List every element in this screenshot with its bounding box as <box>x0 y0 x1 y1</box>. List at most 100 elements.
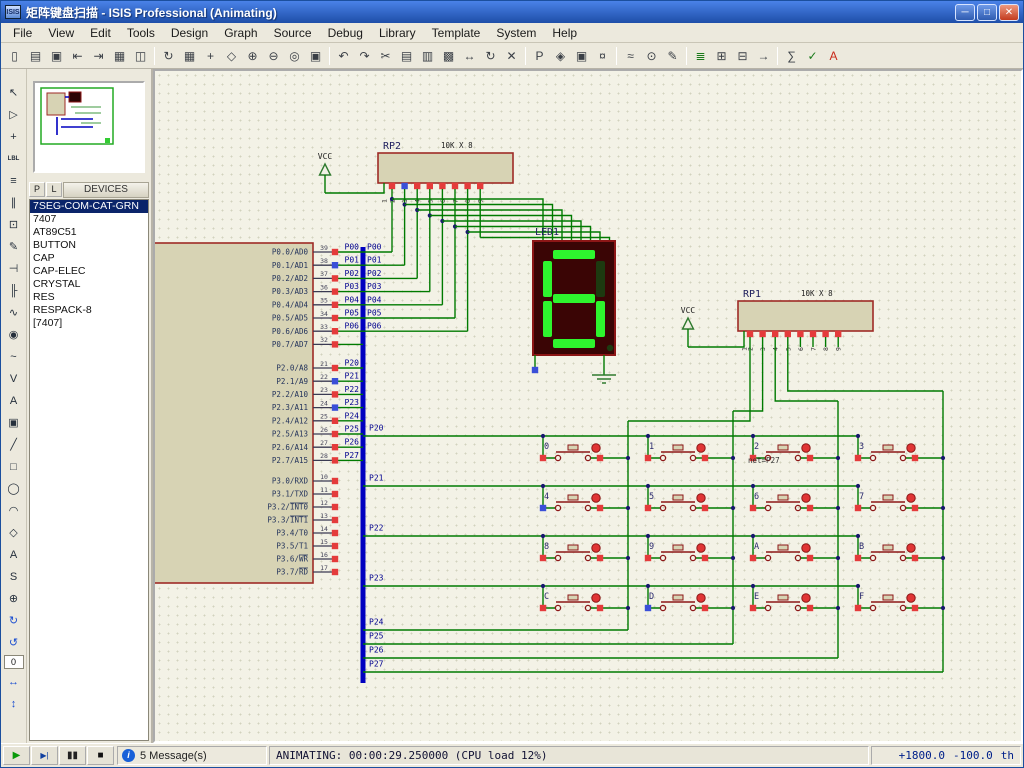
schematic-canvas[interactable]: 39P0.0/AD038P0.1/AD137P0.2/AD236P0.3/AD3… <box>155 71 1023 743</box>
button-actuator[interactable] <box>802 494 810 502</box>
button-actuator[interactable] <box>907 494 915 502</box>
property-assignment-icon[interactable]: ✎ <box>662 45 683 66</box>
copy-icon[interactable]: ▤ <box>396 45 417 66</box>
menu-edit[interactable]: Edit <box>82 24 119 42</box>
search-tag-icon[interactable]: ⊙ <box>641 45 662 66</box>
generator-mode-icon[interactable]: ~ <box>4 347 24 366</box>
device-item[interactable]: 7407 <box>30 213 148 226</box>
menu-tools[interactable]: Tools <box>119 24 163 42</box>
button-actuator[interactable] <box>802 544 810 552</box>
save-design-icon[interactable]: ▣ <box>46 45 67 66</box>
buses-mode-icon[interactable]: ∥ <box>4 193 24 212</box>
step-button[interactable]: ▶| <box>31 746 58 765</box>
menu-help[interactable]: Help <box>544 24 585 42</box>
zoom-out-icon[interactable]: ⊖ <box>263 45 284 66</box>
text-script-mode-icon[interactable]: ≡ <box>4 171 24 190</box>
2d-line-icon[interactable]: ╱ <box>4 435 24 454</box>
key-E[interactable]: E <box>753 586 838 611</box>
menu-graph[interactable]: Graph <box>216 24 265 42</box>
x-mirror-icon[interactable]: ↔ <box>4 672 24 691</box>
key-6[interactable]: 6 <box>753 486 838 511</box>
decompose-icon[interactable]: ¤ <box>592 45 613 66</box>
button-actuator[interactable] <box>592 444 600 452</box>
junction-dot-mode-icon[interactable]: + <box>4 127 24 146</box>
key-0[interactable]: 0 <box>543 436 628 461</box>
button-actuator[interactable] <box>907 544 915 552</box>
zoom-all-icon[interactable]: ◎ <box>284 45 305 66</box>
virtual-instruments-mode-icon[interactable]: ▣ <box>4 413 24 432</box>
menu-file[interactable]: File <box>5 24 40 42</box>
import-section-icon[interactable]: ⇤ <box>67 45 88 66</box>
2d-circle-icon[interactable]: ◯ <box>4 479 24 498</box>
netlist-to-ares-icon[interactable]: A <box>823 45 844 66</box>
remove-sheet-icon[interactable]: ⊟ <box>732 45 753 66</box>
device-item[interactable]: AT89C51 <box>30 226 148 239</box>
redo-icon[interactable]: ↷ <box>354 45 375 66</box>
2d-path-icon[interactable]: ◇ <box>4 523 24 542</box>
device-item[interactable]: CAP-ELEC <box>30 265 148 278</box>
electrical-rule-check-icon[interactable]: ✓ <box>802 45 823 66</box>
goto-sheet-icon[interactable]: → <box>753 45 774 66</box>
rotate-anticlockwise-icon[interactable]: ↺ <box>4 633 24 652</box>
rotate-clockwise-icon[interactable]: ↻ <box>4 611 24 630</box>
key-7[interactable]: 7 <box>858 486 943 511</box>
rotation-angle-field[interactable]: 0 <box>4 655 24 669</box>
toggle-origin-icon[interactable]: + <box>200 45 221 66</box>
resistor-pack-rp2[interactable]: RP210K X 8 <box>378 141 513 183</box>
key-8[interactable]: 8 <box>543 536 628 561</box>
new-design-icon[interactable]: ▯ <box>4 45 25 66</box>
block-delete-icon[interactable]: ✕ <box>501 45 522 66</box>
key-4[interactable]: 4 <box>543 486 628 511</box>
key-A[interactable]: A <box>753 536 838 561</box>
zoom-area-icon[interactable]: ▣ <box>305 45 326 66</box>
menu-view[interactable]: View <box>40 24 82 42</box>
key-C[interactable]: C <box>543 586 628 611</box>
wire-label-mode-icon[interactable]: LBL <box>4 149 24 168</box>
button-actuator[interactable] <box>802 594 810 602</box>
device-item[interactable]: RES <box>30 291 148 304</box>
mcu-at89c51[interactable]: 39P0.0/AD038P0.1/AD137P0.2/AD236P0.3/AD3… <box>155 243 335 583</box>
key-B[interactable]: B <box>858 536 943 561</box>
key-D[interactable]: D <box>648 586 733 611</box>
button-actuator[interactable] <box>697 494 705 502</box>
library-manager-button[interactable]: L <box>46 182 62 197</box>
button-actuator[interactable] <box>697 594 705 602</box>
2d-box-icon[interactable]: □ <box>4 457 24 476</box>
open-design-icon[interactable]: ▤ <box>25 45 46 66</box>
redraw-display-icon[interactable]: ↻ <box>158 45 179 66</box>
y-mirror-icon[interactable]: ↕ <box>4 694 24 713</box>
minimize-button[interactable]: ─ <box>955 4 975 21</box>
key-F[interactable]: F <box>858 586 943 611</box>
close-button[interactable]: ✕ <box>999 4 1019 21</box>
graph-mode-icon[interactable]: ∿ <box>4 303 24 322</box>
menu-debug[interactable]: Debug <box>320 24 371 42</box>
2d-symbol-icon[interactable]: S <box>4 567 24 586</box>
button-actuator[interactable] <box>697 544 705 552</box>
play-button[interactable]: ▶ <box>3 746 30 765</box>
device-item[interactable]: 7SEG-COM-CAT-GRN <box>30 200 148 213</box>
paste-icon[interactable]: ▥ <box>417 45 438 66</box>
center-at-cursor-icon[interactable]: ◇ <box>221 45 242 66</box>
button-actuator[interactable] <box>592 494 600 502</box>
menu-library[interactable]: Library <box>371 24 424 42</box>
current-probe-mode-icon[interactable]: A <box>4 391 24 410</box>
button-actuator[interactable] <box>907 594 915 602</box>
device-item[interactable]: CRYSTAL <box>30 278 148 291</box>
zoom-in-icon[interactable]: ⊕ <box>242 45 263 66</box>
block-rotate-icon[interactable]: ↻ <box>480 45 501 66</box>
menu-design[interactable]: Design <box>163 24 216 42</box>
led1-7seg-display[interactable]: LED1 <box>533 227 615 355</box>
key-5[interactable]: 5 <box>648 486 733 511</box>
button-actuator[interactable] <box>592 544 600 552</box>
make-device-icon[interactable]: ◈ <box>550 45 571 66</box>
2d-text-icon[interactable]: A <box>4 545 24 564</box>
schematic-preview[interactable] <box>33 81 145 173</box>
menu-source[interactable]: Source <box>266 24 320 42</box>
editing-window[interactable]: 39P0.0/AD038P0.1/AD137P0.2/AD236P0.3/AD3… <box>153 69 1023 743</box>
block-move-icon[interactable]: ↔ <box>459 45 480 66</box>
terminals-mode-icon[interactable]: ⊣ <box>4 259 24 278</box>
cut-icon[interactable]: ✂ <box>375 45 396 66</box>
title-bar[interactable]: ISIS 矩阵键盘扫描 - ISIS Professional (Animati… <box>1 1 1023 23</box>
packaging-tool-icon[interactable]: ▣ <box>571 45 592 66</box>
key-9[interactable]: 9 <box>648 536 733 561</box>
